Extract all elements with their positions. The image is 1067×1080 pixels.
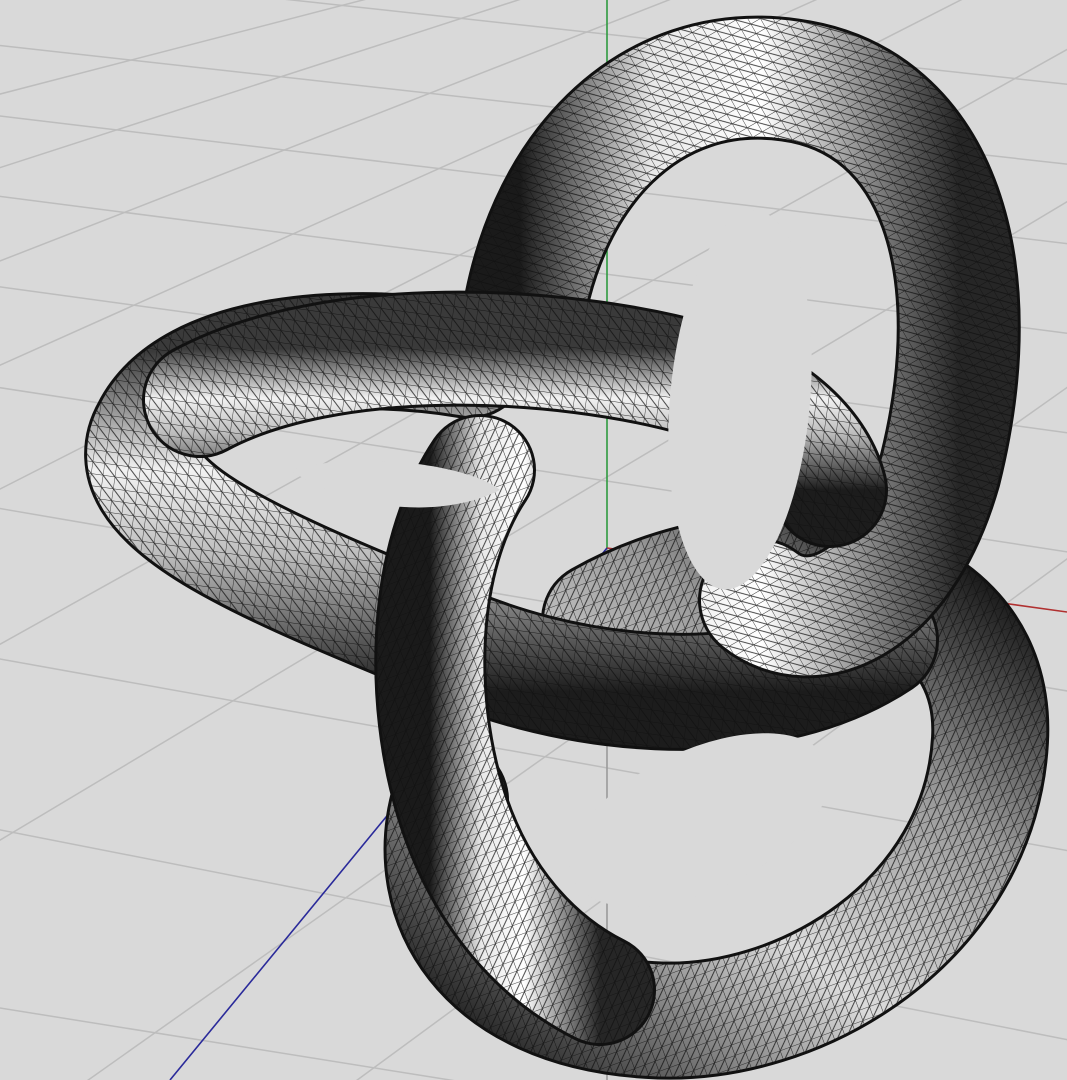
viewport-canvas[interactable]: [0, 0, 1067, 1080]
3d-viewport[interactable]: [0, 0, 1067, 1080]
